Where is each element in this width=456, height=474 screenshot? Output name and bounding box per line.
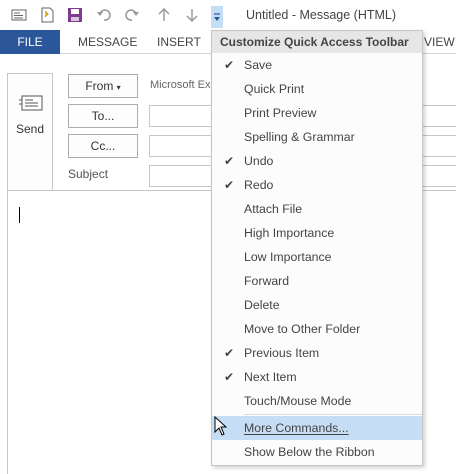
check-icon: ✔ [224, 154, 235, 168]
send-label: Send [15, 122, 45, 136]
menu-item-label: Quick Print [244, 82, 305, 96]
menu-item-label: Show Below the Ribbon [244, 445, 375, 459]
down-arrow-icon[interactable] [183, 6, 201, 24]
menu-item-label: Previous Item [244, 346, 320, 360]
menu-item-low-importance[interactable]: Low Importance [212, 245, 422, 269]
check-icon: ✔ [224, 346, 235, 360]
menu-item-label: Undo [244, 154, 274, 168]
menu-item-forward[interactable]: Forward [212, 269, 422, 293]
save-icon[interactable] [66, 6, 84, 24]
tab-insert[interactable]: INSERT [157, 30, 201, 54]
menu-item-print-preview[interactable]: Print Preview [212, 101, 422, 125]
menu-item-label: Save [244, 58, 273, 72]
menu-item-redo[interactable]: ✔ Redo [212, 173, 422, 197]
subject-label: Subject [68, 167, 109, 181]
sticky-note-icon[interactable] [38, 6, 56, 24]
menu-item-label: More Commands... [244, 421, 349, 435]
title-bar: Untitled - Message (HTML) [0, 0, 456, 30]
menu-item-label: Print Preview [244, 106, 317, 120]
tab-view[interactable]: VIEW [424, 30, 455, 54]
send-button[interactable]: Send [7, 73, 53, 201]
from-label: From [85, 79, 114, 93]
menu-item-label: Attach File [244, 202, 303, 216]
menu-item-undo[interactable]: ✔ Undo [212, 149, 422, 173]
menu-item-show-below-ribbon[interactable]: Show Below the Ribbon [212, 440, 422, 464]
menu-item-label: Forward [244, 274, 290, 288]
menu-item-label: Touch/Mouse Mode [244, 394, 352, 408]
menu-item-label: High Importance [244, 226, 335, 240]
tab-file[interactable]: FILE [0, 30, 60, 54]
menu-item-label: Next Item [244, 370, 297, 384]
menu-item-quick-print[interactable]: Quick Print [212, 77, 422, 101]
menu-item-next-item[interactable]: ✔ Next Item [212, 365, 422, 389]
menu-item-label: Move to Other Folder [244, 322, 361, 336]
redo-icon[interactable] [123, 6, 141, 24]
menu-item-high-importance[interactable]: High Importance [212, 221, 422, 245]
tab-message[interactable]: MESSAGE [78, 30, 137, 54]
check-icon: ✔ [224, 58, 235, 72]
menu-item-label: Redo [244, 178, 274, 192]
menu-item-label: Low Importance [244, 250, 332, 264]
mouse-pointer-icon [214, 415, 228, 439]
undo-icon[interactable] [95, 6, 113, 24]
menu-separator [244, 414, 422, 415]
from-value: Microsoft Ex [150, 79, 211, 91]
customize-dropdown-icon[interactable] [211, 6, 223, 28]
menu-item-spelling-grammar[interactable]: Spelling & Grammar [212, 125, 422, 149]
to-button[interactable]: To... [68, 104, 138, 128]
menu-header: Customize Quick Access Toolbar [212, 31, 422, 53]
mail-icon[interactable] [10, 6, 28, 24]
check-icon: ✔ [224, 370, 235, 384]
up-arrow-icon[interactable] [155, 6, 173, 24]
menu-item-touch-mouse-mode[interactable]: Touch/Mouse Mode [212, 389, 422, 413]
menu-item-delete[interactable]: Delete [212, 293, 422, 317]
menu-item-move-to-other-folder[interactable]: Move to Other Folder [212, 317, 422, 341]
menu-item-more-commands[interactable]: More Commands... [212, 416, 422, 440]
menu-item-previous-item[interactable]: ✔ Previous Item [212, 341, 422, 365]
customize-qat-menu: Customize Quick Access Toolbar ✔ Save Quic… [211, 30, 423, 466]
cc-button[interactable]: Cc... [68, 134, 138, 158]
menu-item-attach-file[interactable]: Attach File [212, 197, 422, 221]
send-icon [19, 94, 43, 115]
check-icon: ✔ [224, 178, 235, 192]
chevron-down-icon: ▾ [116, 83, 121, 92]
menu-item-save[interactable]: ✔ Save [212, 53, 422, 77]
menu-item-label: Spelling & Grammar [244, 130, 355, 144]
menu-item-label: Delete [244, 298, 280, 312]
text-caret [19, 207, 20, 223]
window-title: Untitled - Message (HTML) [246, 8, 397, 22]
from-button[interactable]: From ▾ [68, 74, 138, 98]
